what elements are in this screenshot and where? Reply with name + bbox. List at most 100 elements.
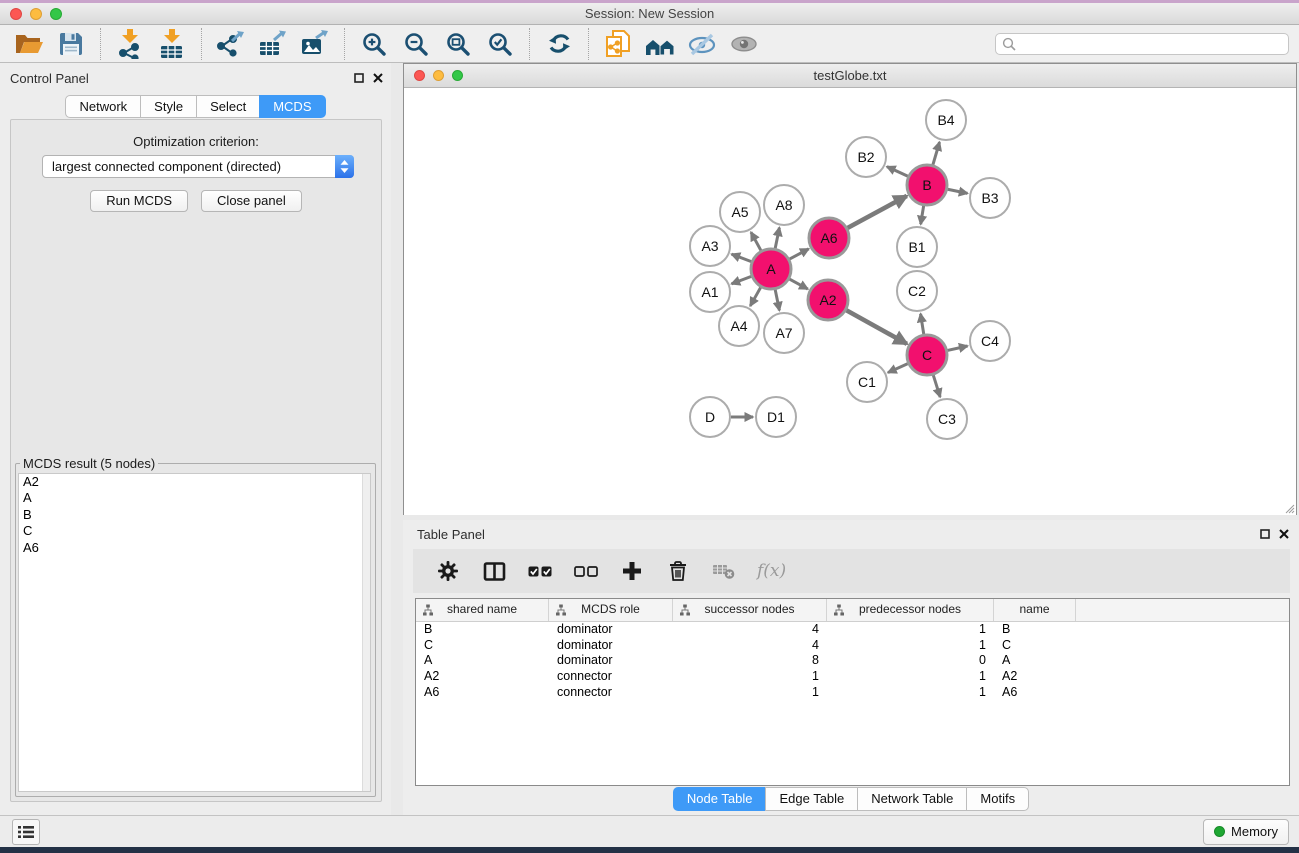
edge-A-A2[interactable]: [789, 279, 807, 289]
network-canvas[interactable]: B4 B2 B B3 B1 A5A8A6 A3 A A1 A2 C2 A4A7 C4 C C1 C3 D D1: [404, 88, 1296, 515]
table-row[interactable]: Bdominator41B: [416, 622, 1289, 638]
open-file-button[interactable]: [12, 27, 46, 61]
fit-content-button[interactable]: [441, 27, 475, 61]
edge-C-C4[interactable]: [947, 346, 967, 350]
zoom-selected-button[interactable]: [483, 27, 517, 61]
table-row[interactable]: A6connector11A6: [416, 685, 1289, 701]
node-A6[interactable]: A6: [809, 218, 849, 258]
save-session-button[interactable]: [54, 27, 88, 61]
delete-table-button[interactable]: [711, 558, 737, 584]
column-header-successor-nodes[interactable]: successor nodes: [673, 599, 827, 621]
node-D[interactable]: D: [690, 397, 730, 437]
edge-A-A4[interactable]: [750, 287, 760, 306]
column-header-MCDS-role[interactable]: MCDS role: [549, 599, 673, 621]
node-C4[interactable]: C4: [970, 321, 1010, 361]
hide-graphics-button[interactable]: [685, 27, 719, 61]
mcds-result-item[interactable]: C: [19, 523, 370, 539]
tab-network[interactable]: Network: [65, 95, 141, 118]
table-row[interactable]: Cdominator41C: [416, 638, 1289, 654]
import-table-button[interactable]: [155, 27, 189, 61]
search-input[interactable]: [1020, 35, 1282, 52]
close-panel-button[interactable]: Close panel: [201, 190, 302, 212]
node-A4[interactable]: A4: [719, 306, 759, 346]
table-settings-button[interactable]: [435, 558, 461, 584]
edge-B-B4[interactable]: [933, 142, 940, 165]
node-A2[interactable]: A2: [808, 280, 848, 320]
mcds-result-item[interactable]: A: [19, 490, 370, 506]
run-mcds-button[interactable]: Run MCDS: [90, 190, 188, 212]
node-B[interactable]: B: [907, 165, 947, 205]
home-view-button[interactable]: [643, 27, 677, 61]
tab-network-table[interactable]: Network Table: [857, 787, 967, 811]
function-builder-button[interactable]: f(x): [757, 561, 786, 581]
close-table-panel-icon[interactable]: [1279, 529, 1289, 539]
column-header-name[interactable]: name: [994, 599, 1076, 621]
duplicate-network-button[interactable]: [601, 27, 635, 61]
mcds-result-item[interactable]: B: [19, 507, 370, 523]
node-B3[interactable]: B3: [970, 178, 1010, 218]
result-list-scrollbar[interactable]: [362, 474, 370, 791]
edge-B-B2[interactable]: [887, 167, 908, 177]
node-B4[interactable]: B4: [926, 100, 966, 140]
node-A[interactable]: A: [751, 249, 791, 289]
edge-A-A5[interactable]: [751, 232, 761, 250]
node-A8[interactable]: A8: [764, 185, 804, 225]
edge-B-B1[interactable]: [921, 206, 924, 225]
column-header-shared-name[interactable]: shared name: [416, 599, 549, 621]
mcds-result-item[interactable]: A2: [19, 474, 370, 490]
zoom-out-button[interactable]: [399, 27, 433, 61]
tab-select[interactable]: Select: [196, 95, 260, 118]
tab-node-table[interactable]: Node Table: [673, 787, 767, 811]
edge-A-A1[interactable]: [732, 276, 752, 283]
show-columns-button[interactable]: [481, 558, 507, 584]
edge-A2-C[interactable]: [846, 310, 907, 344]
edge-A-A8[interactable]: [775, 228, 779, 249]
node-B2[interactable]: B2: [846, 137, 886, 177]
zoom-in-button[interactable]: [357, 27, 391, 61]
node-C[interactable]: C: [907, 335, 947, 375]
tab-motifs[interactable]: Motifs: [966, 787, 1029, 811]
float-table-panel-icon[interactable]: [1260, 529, 1270, 539]
tab-mcds[interactable]: MCDS: [259, 95, 325, 118]
export-network-button[interactable]: [214, 27, 248, 61]
import-network-button[interactable]: [113, 27, 147, 61]
deselect-all-button[interactable]: [573, 558, 599, 584]
edge-A-A6[interactable]: [790, 249, 809, 259]
table-row[interactable]: A2connector11A2: [416, 669, 1289, 685]
show-panels-button[interactable]: [12, 819, 40, 845]
tab-style[interactable]: Style: [140, 95, 197, 118]
tab-edge-table[interactable]: Edge Table: [765, 787, 858, 811]
close-panel-icon[interactable]: [373, 73, 383, 83]
export-table-button[interactable]: [256, 27, 290, 61]
edge-C-C2[interactable]: [921, 314, 924, 335]
node-C1[interactable]: C1: [847, 362, 887, 402]
node-D1[interactable]: D1: [756, 397, 796, 437]
mcds-result-list[interactable]: A2ABCA6: [18, 473, 371, 792]
edge-B-B3[interactable]: [948, 189, 968, 193]
edge-A6-B[interactable]: [847, 196, 906, 228]
node-A1[interactable]: A1: [690, 272, 730, 312]
mcds-result-item[interactable]: A6: [19, 540, 370, 556]
edge-A-A7[interactable]: [775, 290, 779, 311]
edge-A-A3[interactable]: [732, 254, 752, 261]
node-C3[interactable]: C3: [927, 399, 967, 439]
export-image-button[interactable]: [298, 27, 332, 61]
memory-button[interactable]: Memory: [1203, 819, 1289, 845]
edge-C-C1[interactable]: [888, 364, 908, 373]
create-column-button[interactable]: [619, 558, 645, 584]
node-B1[interactable]: B1: [897, 227, 937, 267]
resize-grip-icon[interactable]: [1283, 502, 1295, 514]
node-A3[interactable]: A3: [690, 226, 730, 266]
column-header-predecessor-nodes[interactable]: predecessor nodes: [827, 599, 994, 621]
float-panel-icon[interactable]: [354, 73, 364, 83]
select-all-button[interactable]: [527, 558, 553, 584]
optimization-criterion-select[interactable]: largest connected component (directed): [42, 155, 354, 178]
edge-C-C3[interactable]: [933, 375, 940, 397]
show-graphics-button[interactable]: [727, 27, 761, 61]
table-row[interactable]: Adominator80A: [416, 653, 1289, 669]
node-A7[interactable]: A7: [764, 313, 804, 353]
node-A5[interactable]: A5: [720, 192, 760, 232]
delete-column-button[interactable]: [665, 558, 691, 584]
apply-layout-button[interactable]: [542, 27, 576, 61]
node-C2[interactable]: C2: [897, 271, 937, 311]
